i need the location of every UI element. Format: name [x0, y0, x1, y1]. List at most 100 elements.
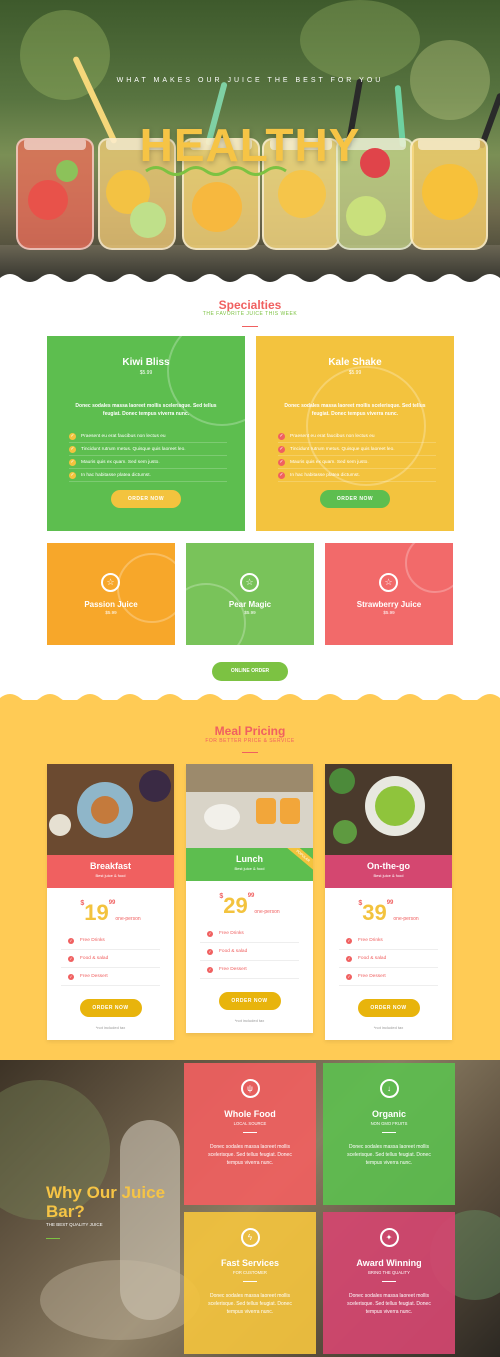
on-the-go-photo — [325, 764, 452, 855]
plan-name: Lunch — [236, 854, 263, 864]
feature-title: Award Winning — [356, 1258, 422, 1268]
list-item: ✓ Free Drinks — [339, 932, 438, 950]
feature-description: Donec sodales massa laoreet mollis scele… — [347, 1144, 431, 1166]
card-price: $5.99 — [139, 370, 153, 376]
star-icon: ☆ — [379, 573, 398, 592]
list-item: ✓ Free Drinks — [61, 932, 160, 950]
star-icon: ☆ — [240, 573, 259, 592]
check-icon: ✓ — [69, 445, 76, 453]
order-now-button[interactable]: ORDER NOW — [111, 490, 181, 508]
plan-name: Breakfast — [89, 861, 132, 871]
specialty-card-strawberry[interactable]: ☆ Strawberry Juice $5.99 — [325, 543, 453, 645]
plan-header: Breakfast Best juice & food — [47, 855, 174, 888]
check-icon: ✓ — [278, 432, 285, 440]
feature-subtitle: LOCAL SOURCE — [233, 1121, 267, 1126]
specialties-subtitle: THE FAVORITE JUICE THIS WEEK — [202, 311, 298, 317]
card-title: Kiwi Bliss — [122, 357, 170, 368]
check-icon: ✓ — [207, 966, 213, 973]
breakfast-photo — [47, 764, 174, 855]
feature-list: ✓ Praesent eu erat faucibus non lectus eu… — [278, 430, 436, 482]
star-icon: ☆ — [101, 573, 120, 592]
plan-subtitle: Best juice & food — [373, 873, 404, 878]
list-item: ✓ Food & salad — [200, 943, 299, 961]
list-item: ✓ Praesent eu erat faucibus non lectus eu — [278, 430, 436, 443]
food-icon: ψ — [240, 1079, 260, 1098]
specialty-card-pear[interactable]: ☆ Pear Magic $5.99 — [186, 543, 314, 645]
specialty-card-kiwi: Kiwi Bliss $5.99 Donec sodales massa lao… — [47, 336, 245, 531]
check-icon: ✓ — [69, 458, 76, 466]
card-price: $5.99 — [244, 610, 256, 615]
feature-description: Donec sodales massa laoreet mollis scele… — [208, 1293, 292, 1315]
check-icon: ✓ — [68, 955, 74, 962]
feature-card-organic: ↓ Organic NON GMO FRUITS Donec sodales m… — [323, 1063, 455, 1205]
check-icon: ✓ — [68, 973, 74, 980]
plan-price: $1999one-person — [80, 900, 141, 925]
wave-divider — [0, 694, 500, 706]
hero-squiggle — [145, 166, 287, 176]
pricing-card-on-the-go: On-the-go Best juice & food $3999one-per… — [325, 764, 452, 1040]
specialty-card-passion[interactable]: ☆ Passion Juice $5.99 — [47, 543, 175, 645]
why-title: Why Our Juice Bar? — [46, 1183, 166, 1221]
feature-list: ✓ Praesent eu erat faucibus non lectus eu… — [69, 430, 227, 482]
check-icon: ✓ — [207, 948, 213, 955]
feature-title: Fast Services — [220, 1258, 280, 1268]
plan-header: On-the-go Best juice & food — [325, 855, 452, 888]
check-icon: ✓ — [346, 973, 352, 980]
feature-subtitle: FOR CUSTOMER — [233, 1270, 267, 1275]
feature-title: Organic — [371, 1109, 406, 1119]
list-item: ✓ Food & salad — [61, 950, 160, 968]
plan-subtitle: Best juice & food — [95, 873, 126, 878]
check-icon: ✓ — [278, 458, 285, 466]
feature-card-fast-services: ϟ Fast Services FOR CUSTOMER Donec sodal… — [184, 1212, 316, 1354]
card-title: Pear Magic — [228, 600, 272, 609]
card-price: $5.99 — [383, 610, 395, 615]
specialties-title: Specialties — [218, 298, 282, 312]
list-item: ✓ Praesent eu erat faucibus non lectus eu — [69, 430, 227, 443]
plan-price: $3999one-person — [358, 900, 419, 925]
title-divider — [242, 326, 258, 327]
feature-description: Donec sodales massa laoreet mollis scele… — [347, 1293, 431, 1315]
card-title: Kale Shake — [328, 357, 382, 368]
check-icon: ✓ — [278, 471, 285, 479]
page: WHAT MAKES OUR JUICE THE BEST FOR YOU HE… — [0, 0, 500, 1357]
pricing-card-breakfast: Breakfast Best juice & food $1999one-per… — [47, 764, 174, 1040]
order-now-button[interactable]: ORDER NOW — [320, 490, 390, 508]
feature-subtitle: NON GMO FRUITS — [370, 1121, 408, 1126]
why-subtitle: THE BEST QUALITY JUICE — [46, 1222, 103, 1227]
plan-subtitle: Best juice & food — [234, 866, 265, 871]
award-icon: ✦ — [379, 1228, 399, 1247]
check-icon: ✓ — [278, 445, 285, 453]
card-title: Passion Juice — [84, 600, 138, 609]
pricing-subtitle: FOR BETTER PRICE & SERVICE — [205, 738, 295, 744]
plan-header: Lunch Best juice & food POPULAR — [186, 848, 313, 881]
check-icon: ✓ — [69, 432, 76, 440]
online-order-button[interactable]: ONLINE ORDER — [212, 662, 288, 681]
list-item: ✓ Tincidunt rutrum metus. Quisque quis la… — [69, 443, 227, 456]
list-item: ✓ Free Drinks — [200, 925, 299, 943]
list-item: ✓ Free Dessert — [339, 968, 438, 986]
feature-title: Whole Food — [224, 1109, 276, 1119]
lunch-photo — [186, 764, 313, 848]
check-icon: ✓ — [346, 955, 352, 962]
order-now-button[interactable]: ORDER NOW — [357, 999, 420, 1017]
plan-price: $2999one-person — [219, 893, 280, 918]
check-icon: ✓ — [68, 937, 74, 944]
tax-note: *not included tax — [234, 1018, 265, 1023]
plan-features: ✓ Free Drinks ✓ Food & salad ✓ Free Dessert — [339, 932, 438, 986]
pricing-card-lunch: Lunch Best juice & food POPULAR $2999one… — [186, 764, 313, 1033]
list-item: ✓ In hac habitasse platea dictumst. — [69, 469, 227, 482]
list-item: ✓ Mauris quis ex quam. Sed sem justo. — [278, 456, 436, 469]
list-item: ✓ In hac habitasse platea dictumst. — [278, 469, 436, 482]
order-now-button[interactable]: ORDER NOW — [218, 992, 281, 1010]
list-item: ✓ Mauris quis ex quam. Sed sem justo. — [69, 456, 227, 469]
hero-subtitle: WHAT MAKES OUR JUICE THE BEST FOR YOU — [116, 77, 384, 84]
check-icon: ✓ — [346, 937, 352, 944]
feature-description: Donec sodales massa laoreet mollis scele… — [208, 1144, 292, 1166]
wave-divider — [0, 274, 500, 286]
order-now-button[interactable]: ORDER NOW — [79, 999, 142, 1017]
title-divider — [242, 752, 258, 753]
plan-features: ✓ Free Drinks ✓ Food & salad ✓ Free Dessert — [61, 932, 160, 986]
tax-note: *not included tax — [95, 1025, 126, 1030]
feature-subtitle: BRING THE QUALITY — [368, 1270, 410, 1275]
card-description: Donec sodales massa laoreet mollis scele… — [284, 403, 426, 417]
